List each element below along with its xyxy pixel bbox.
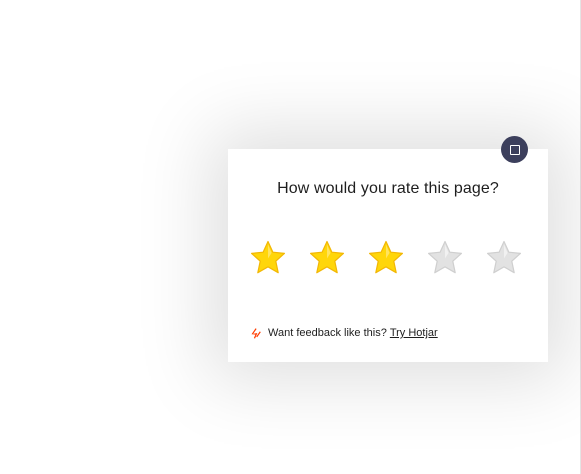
star-rating [248,238,528,278]
hotjar-logo-icon [251,327,261,339]
square-icon [509,144,520,155]
minimize-button[interactable] [501,136,528,163]
star-1-filled-icon[interactable] [248,238,288,278]
page: How would you rate this page? Want feedb… [0,0,581,474]
star-5-empty-icon[interactable] [484,238,524,278]
hotjar-footer: Want feedback like this? Try Hotjar [249,326,438,340]
star-3-filled-icon[interactable] [366,238,406,278]
try-hotjar-link[interactable]: Try Hotjar [390,327,438,339]
footer-text: Want feedback like this? [268,327,387,339]
star-2-filled-icon[interactable] [307,238,347,278]
survey-question: How would you rate this page? [277,180,499,197]
rating-widget: How would you rate this page? Want feedb… [228,136,548,362]
star-4-empty-icon[interactable] [425,238,465,278]
